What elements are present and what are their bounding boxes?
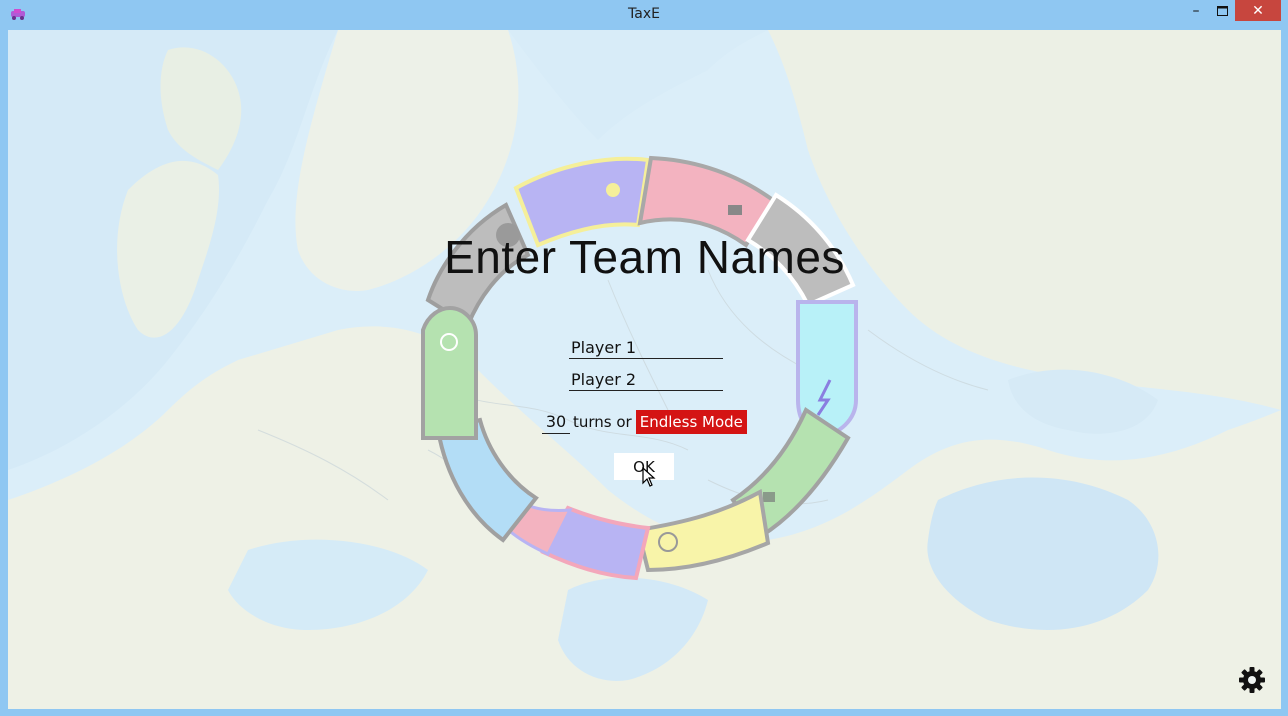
close-button[interactable]: ✕	[1235, 0, 1281, 21]
page-title: Enter Team Names	[444, 231, 845, 283]
carriage-yellow-hazard	[635, 488, 771, 573]
team2-name-input[interactable]	[569, 368, 723, 391]
turns-label: turns or	[573, 413, 632, 431]
close-icon: ✕	[1252, 2, 1264, 19]
minimize-button[interactable]: –	[1184, 0, 1208, 22]
team1-name-input[interactable]	[569, 336, 723, 359]
window-title: TaxE	[628, 6, 660, 22]
endless-mode-button[interactable]: Endless Mode	[635, 410, 747, 434]
turns-row: turns or Endless Mode	[542, 410, 747, 434]
carriage-green-recycle	[421, 305, 478, 440]
maximize-button[interactable]	[1209, 0, 1235, 22]
minimize-icon: –	[1192, 3, 1200, 19]
maximize-icon	[1216, 6, 1228, 16]
gear-icon[interactable]	[1238, 666, 1266, 694]
turns-count-input[interactable]	[542, 410, 570, 434]
mouse-pointer-icon	[642, 467, 656, 487]
window-titlebar: TaxE – ✕	[0, 0, 1288, 30]
game-viewport: Enter Team Names turns or Endless Mode O…	[8, 30, 1281, 709]
